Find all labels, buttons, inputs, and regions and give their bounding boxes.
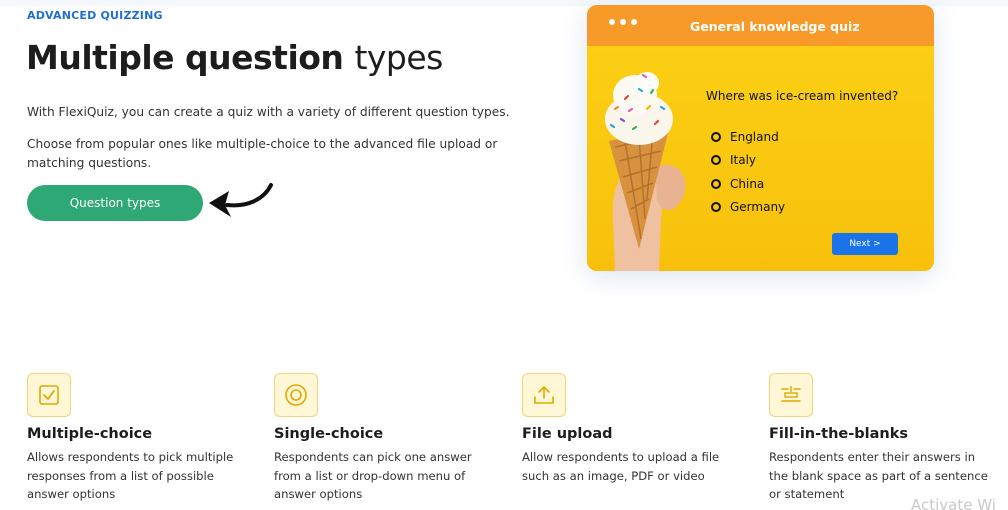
feature-title: Single-choice [274,426,384,442]
feature-description: Respondents can pick one answer from a l… [274,450,472,501]
quiz-header: General knowledge quiz [587,5,934,46]
pointing-arrow-icon [209,183,273,217]
feature-title: Fill-in-the-blanks [769,426,908,442]
feature-single-choice: Single-choice Respondents can pick one a… [274,373,499,504]
answer-option[interactable]: Germany [711,196,785,220]
question-types-button[interactable]: Question types [27,185,203,221]
feature-title: Multiple-choice [27,426,153,442]
ice-cream-cone-image [605,72,686,271]
page-title: Multiple question types [26,38,443,77]
description-2: Choose from popular ones like multiple-c… [27,137,498,170]
feature-fill-in-the-blanks: Fill-in-the-blanks Respondents enter the… [769,373,994,504]
checkbox-icon [27,373,71,417]
next-button[interactable]: Next > [832,233,898,255]
quiz-title: General knowledge quiz [690,19,860,34]
feature-file-upload: File upload Allow respondents to upload … [522,373,747,485]
answer-option-label: Italy [730,153,757,168]
radio-icon[interactable] [711,178,721,189]
answer-option-label: England [730,129,779,144]
quiz-question: Where was ice-cream invented? [706,89,899,103]
answer-option[interactable]: Italy [711,149,785,173]
answer-option[interactable]: England [711,125,785,149]
answer-option-label: China [730,176,765,191]
radio-target-icon [274,373,318,417]
quiz-preview-card: General knowledge quiz Where was ice-cre… [587,5,934,271]
answer-option[interactable]: China [711,172,785,196]
radio-icon[interactable] [711,131,721,142]
window-dots-icon [609,19,637,25]
upload-icon [522,373,566,417]
answer-option-label: Germany [730,200,786,215]
description-1: With FlexiQuiz, you can create a quiz wi… [27,105,510,119]
title-bold: Multiple question [26,38,344,77]
feature-title: File upload [522,426,613,442]
answer-options: England Italy China Germany [711,125,785,219]
radio-icon[interactable] [711,202,721,213]
activate-windows-watermark: Activate Wi [911,496,996,510]
radio-icon[interactable] [711,155,721,166]
feature-description: Allows respondents to pick multiple resp… [27,450,234,501]
feature-multiple-choice: Multiple-choice Allows respondents to pi… [27,373,252,504]
blanks-icon [769,373,813,417]
title-light: types [354,38,443,77]
feature-description: Allow respondents to upload a file such … [522,450,720,483]
section-eyebrow: ADVANCED QUIZZING [27,9,163,22]
